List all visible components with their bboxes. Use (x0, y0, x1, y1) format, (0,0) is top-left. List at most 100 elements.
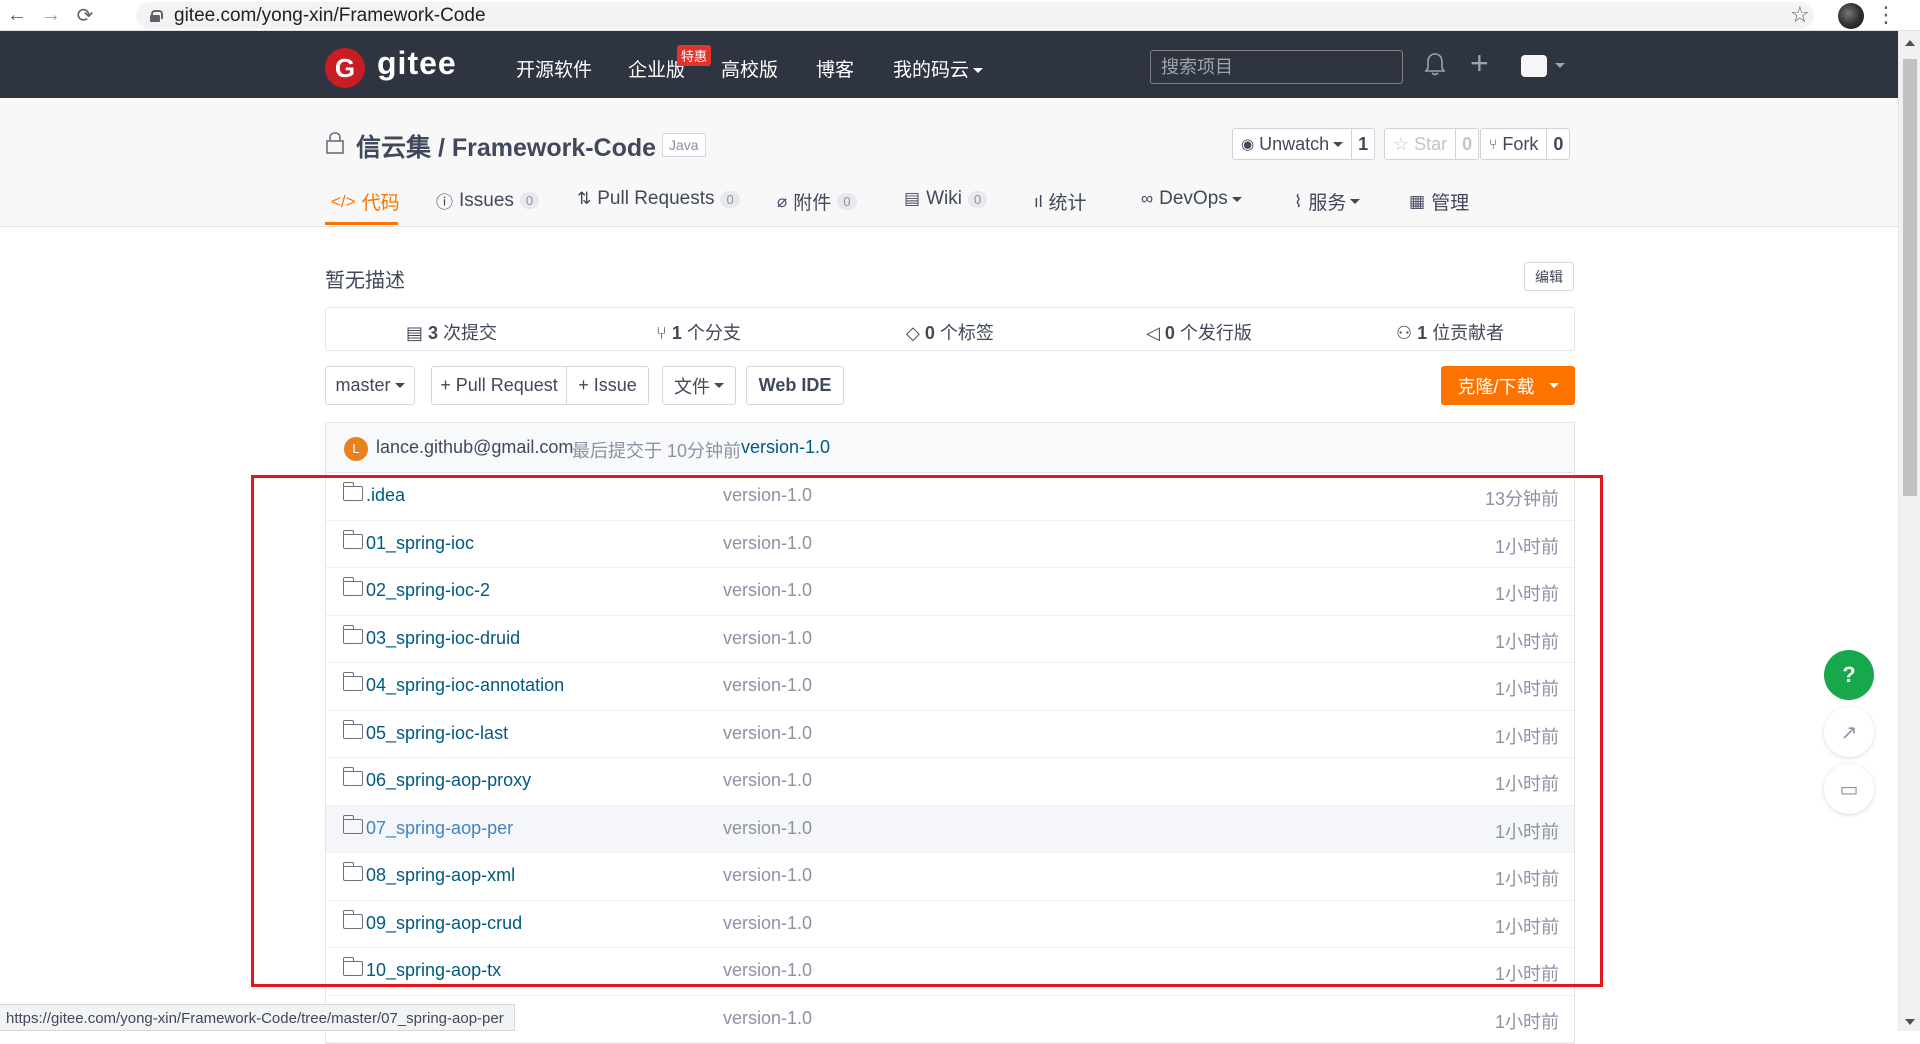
file-commit[interactable]: version-1.0 (723, 485, 812, 506)
table-row[interactable]: 01_spring-ioc version-1.0 1小时前 (326, 521, 1574, 568)
fork-count[interactable]: 0 (1546, 129, 1569, 159)
stat-releases[interactable]: ◁ 0 个发行版 (1146, 319, 1252, 345)
stat-commits[interactable]: ▤ 3 次提交 (406, 319, 497, 345)
avatar[interactable] (1521, 55, 1547, 77)
file-commit[interactable]: version-1.0 (723, 960, 812, 981)
release-icon: ◁ (1146, 323, 1160, 343)
nav-blog[interactable]: 博客 (816, 55, 854, 82)
file-commit[interactable]: version-1.0 (723, 865, 812, 886)
tab-count: 0 (967, 190, 988, 208)
file-commit[interactable]: version-1.0 (723, 913, 812, 934)
file-commit[interactable]: version-1.0 (723, 580, 812, 601)
nav-my-gitee[interactable]: 我的码云 (893, 55, 984, 82)
tab-code[interactable]: </> 代码 (331, 188, 400, 215)
nav-open-source[interactable]: 开源软件 (516, 55, 592, 82)
issue-icon: ⓘ (436, 193, 453, 212)
comment-icon[interactable]: ▭ (1824, 764, 1874, 814)
gitee-logo-icon[interactable]: G (325, 48, 365, 88)
file-commit[interactable]: version-1.0 (723, 628, 812, 649)
file-name[interactable]: 07_spring-aop-per (366, 818, 513, 839)
table-row[interactable]: 03_spring-ioc-druid version-1.0 1小时前 (326, 616, 1574, 663)
scroll-thumb[interactable] (1903, 59, 1917, 496)
table-row[interactable]: 05_spring-ioc-last version-1.0 1小时前 (326, 711, 1574, 758)
table-row[interactable]: 02_spring-ioc-2 version-1.0 1小时前 (326, 568, 1574, 616)
stat-contributors[interactable]: ⚇ 1 位贡献者 (1396, 319, 1504, 345)
table-row[interactable]: 09_spring-aop-crud version-1.0 1小时前 (326, 901, 1574, 948)
plus-icon[interactable]: + (1470, 45, 1489, 82)
tab-manage[interactable]: ▦ 管理 (1409, 188, 1469, 215)
search-input[interactable] (1150, 50, 1403, 84)
stat-tags[interactable]: ◇ 0 个标签 (906, 319, 994, 345)
chevron-down-icon[interactable] (1555, 63, 1565, 68)
file-commit[interactable]: version-1.0 (723, 533, 812, 554)
tab-attachments[interactable]: ⌀ 附件 0 (777, 188, 857, 215)
star-count[interactable]: 0 (1455, 129, 1478, 159)
file-name[interactable]: 10_spring-aop-tx (366, 960, 501, 981)
url-text[interactable]: gitee.com/yong-xin/Framework-Code (174, 5, 486, 27)
file-commit[interactable]: version-1.0 (723, 723, 812, 744)
tab-service[interactable]: ⌇ 服务 (1294, 188, 1361, 215)
file-menu-button[interactable]: 文件 (662, 366, 736, 405)
scroll-up-icon[interactable] (1905, 40, 1915, 46)
new-issue-button[interactable]: + Issue (567, 366, 649, 405)
page-scrollbar[interactable] (1898, 31, 1920, 1031)
file-commit[interactable]: version-1.0 (723, 818, 812, 839)
bell-icon[interactable] (1424, 51, 1446, 77)
browser-profile-avatar[interactable] (1838, 3, 1864, 29)
file-name[interactable]: 05_spring-ioc-last (366, 723, 508, 744)
fork-button[interactable]: ⑂ Fork 0 (1480, 128, 1571, 160)
file-name[interactable]: 09_spring-aop-crud (366, 913, 522, 934)
commit-message[interactable]: version-1.0 (741, 437, 830, 458)
folder-icon (342, 672, 363, 691)
tab-wiki[interactable]: ▤ Wiki 0 (904, 188, 988, 210)
address-bar[interactable]: gitee.com/yong-xin/Framework-Code (136, 2, 1814, 29)
avatar[interactable]: L (344, 437, 368, 461)
new-pull-request-button[interactable]: + Pull Request (431, 366, 567, 405)
folder-icon (342, 767, 363, 786)
table-row[interactable]: .idea version-1.0 13分钟前 (326, 473, 1574, 521)
tab-pull-requests[interactable]: ⇅ Pull Requests 0 (577, 188, 740, 210)
repo-title[interactable]: 信云集 / Framework-Code (356, 128, 656, 164)
tab-label: 代码 (361, 193, 400, 214)
table-row[interactable]: 08_spring-aop-xml version-1.0 1小时前 (326, 853, 1574, 901)
table-row[interactable]: 07_spring-aop-per version-1.0 1小时前 (326, 805, 1574, 853)
table-row[interactable]: 10_spring-aop-tx version-1.0 1小时前 (326, 948, 1574, 996)
file-name[interactable]: 08_spring-aop-xml (366, 865, 515, 886)
watch-button[interactable]: ◉ Unwatch 1 (1232, 128, 1376, 160)
commit-author[interactable]: lance.github@gmail.com (376, 437, 573, 458)
forward-icon[interactable]: → (34, 0, 68, 31)
commit-meta: 最后提交于 10分钟前 (572, 441, 742, 461)
table-row[interactable]: 06_spring-aop-proxy version-1.0 1小时前 (326, 758, 1574, 806)
browser-menu-icon[interactable]: ⋮ (1875, 2, 1897, 28)
language-tag[interactable]: Java (662, 133, 706, 157)
file-name[interactable]: 03_spring-ioc-druid (366, 628, 520, 649)
file-time: 1小时前 (1494, 821, 1559, 842)
edit-description-button[interactable]: 编辑 (1524, 262, 1574, 291)
file-name[interactable]: 04_spring-ioc-annotation (366, 675, 564, 696)
gitee-logo-text[interactable]: gitee (377, 45, 457, 82)
file-name[interactable]: 01_spring-ioc (366, 533, 474, 554)
file-name[interactable]: 06_spring-aop-proxy (366, 770, 531, 791)
back-icon[interactable]: ← (0, 0, 34, 31)
clone-download-button[interactable]: 克隆/下载 (1441, 366, 1575, 405)
star-button[interactable]: ☆ Star 0 (1384, 128, 1480, 160)
web-ide-button[interactable]: Web IDE (746, 366, 844, 405)
bookmark-star-icon[interactable]: ☆ (1790, 2, 1810, 28)
help-button[interactable]: ? (1824, 650, 1874, 700)
file-commit[interactable]: version-1.0 (723, 770, 812, 791)
table-row[interactable]: 04_spring-ioc-annotation version-1.0 1小时前 (326, 663, 1574, 711)
stat-branches[interactable]: ⑂ 1 个分支 (656, 319, 741, 345)
file-commit[interactable]: version-1.0 (723, 1008, 812, 1029)
nav-education[interactable]: 高校版 (721, 55, 778, 82)
branch-select[interactable]: master (325, 366, 415, 405)
watch-count[interactable]: 1 (1351, 129, 1374, 159)
share-icon[interactable]: ↗ (1824, 707, 1874, 757)
file-name[interactable]: 02_spring-ioc-2 (366, 580, 490, 601)
file-commit[interactable]: version-1.0 (723, 675, 812, 696)
tab-devops[interactable]: ∞ DevOps (1141, 188, 1242, 210)
file-name[interactable]: .idea (366, 485, 405, 506)
reload-icon[interactable]: ⟳ (68, 0, 102, 31)
tab-stats[interactable]: ıl 统计 (1034, 188, 1087, 215)
scroll-down-icon[interactable] (1905, 1019, 1915, 1025)
tab-issues[interactable]: ⓘ Issues 0 (436, 188, 540, 213)
